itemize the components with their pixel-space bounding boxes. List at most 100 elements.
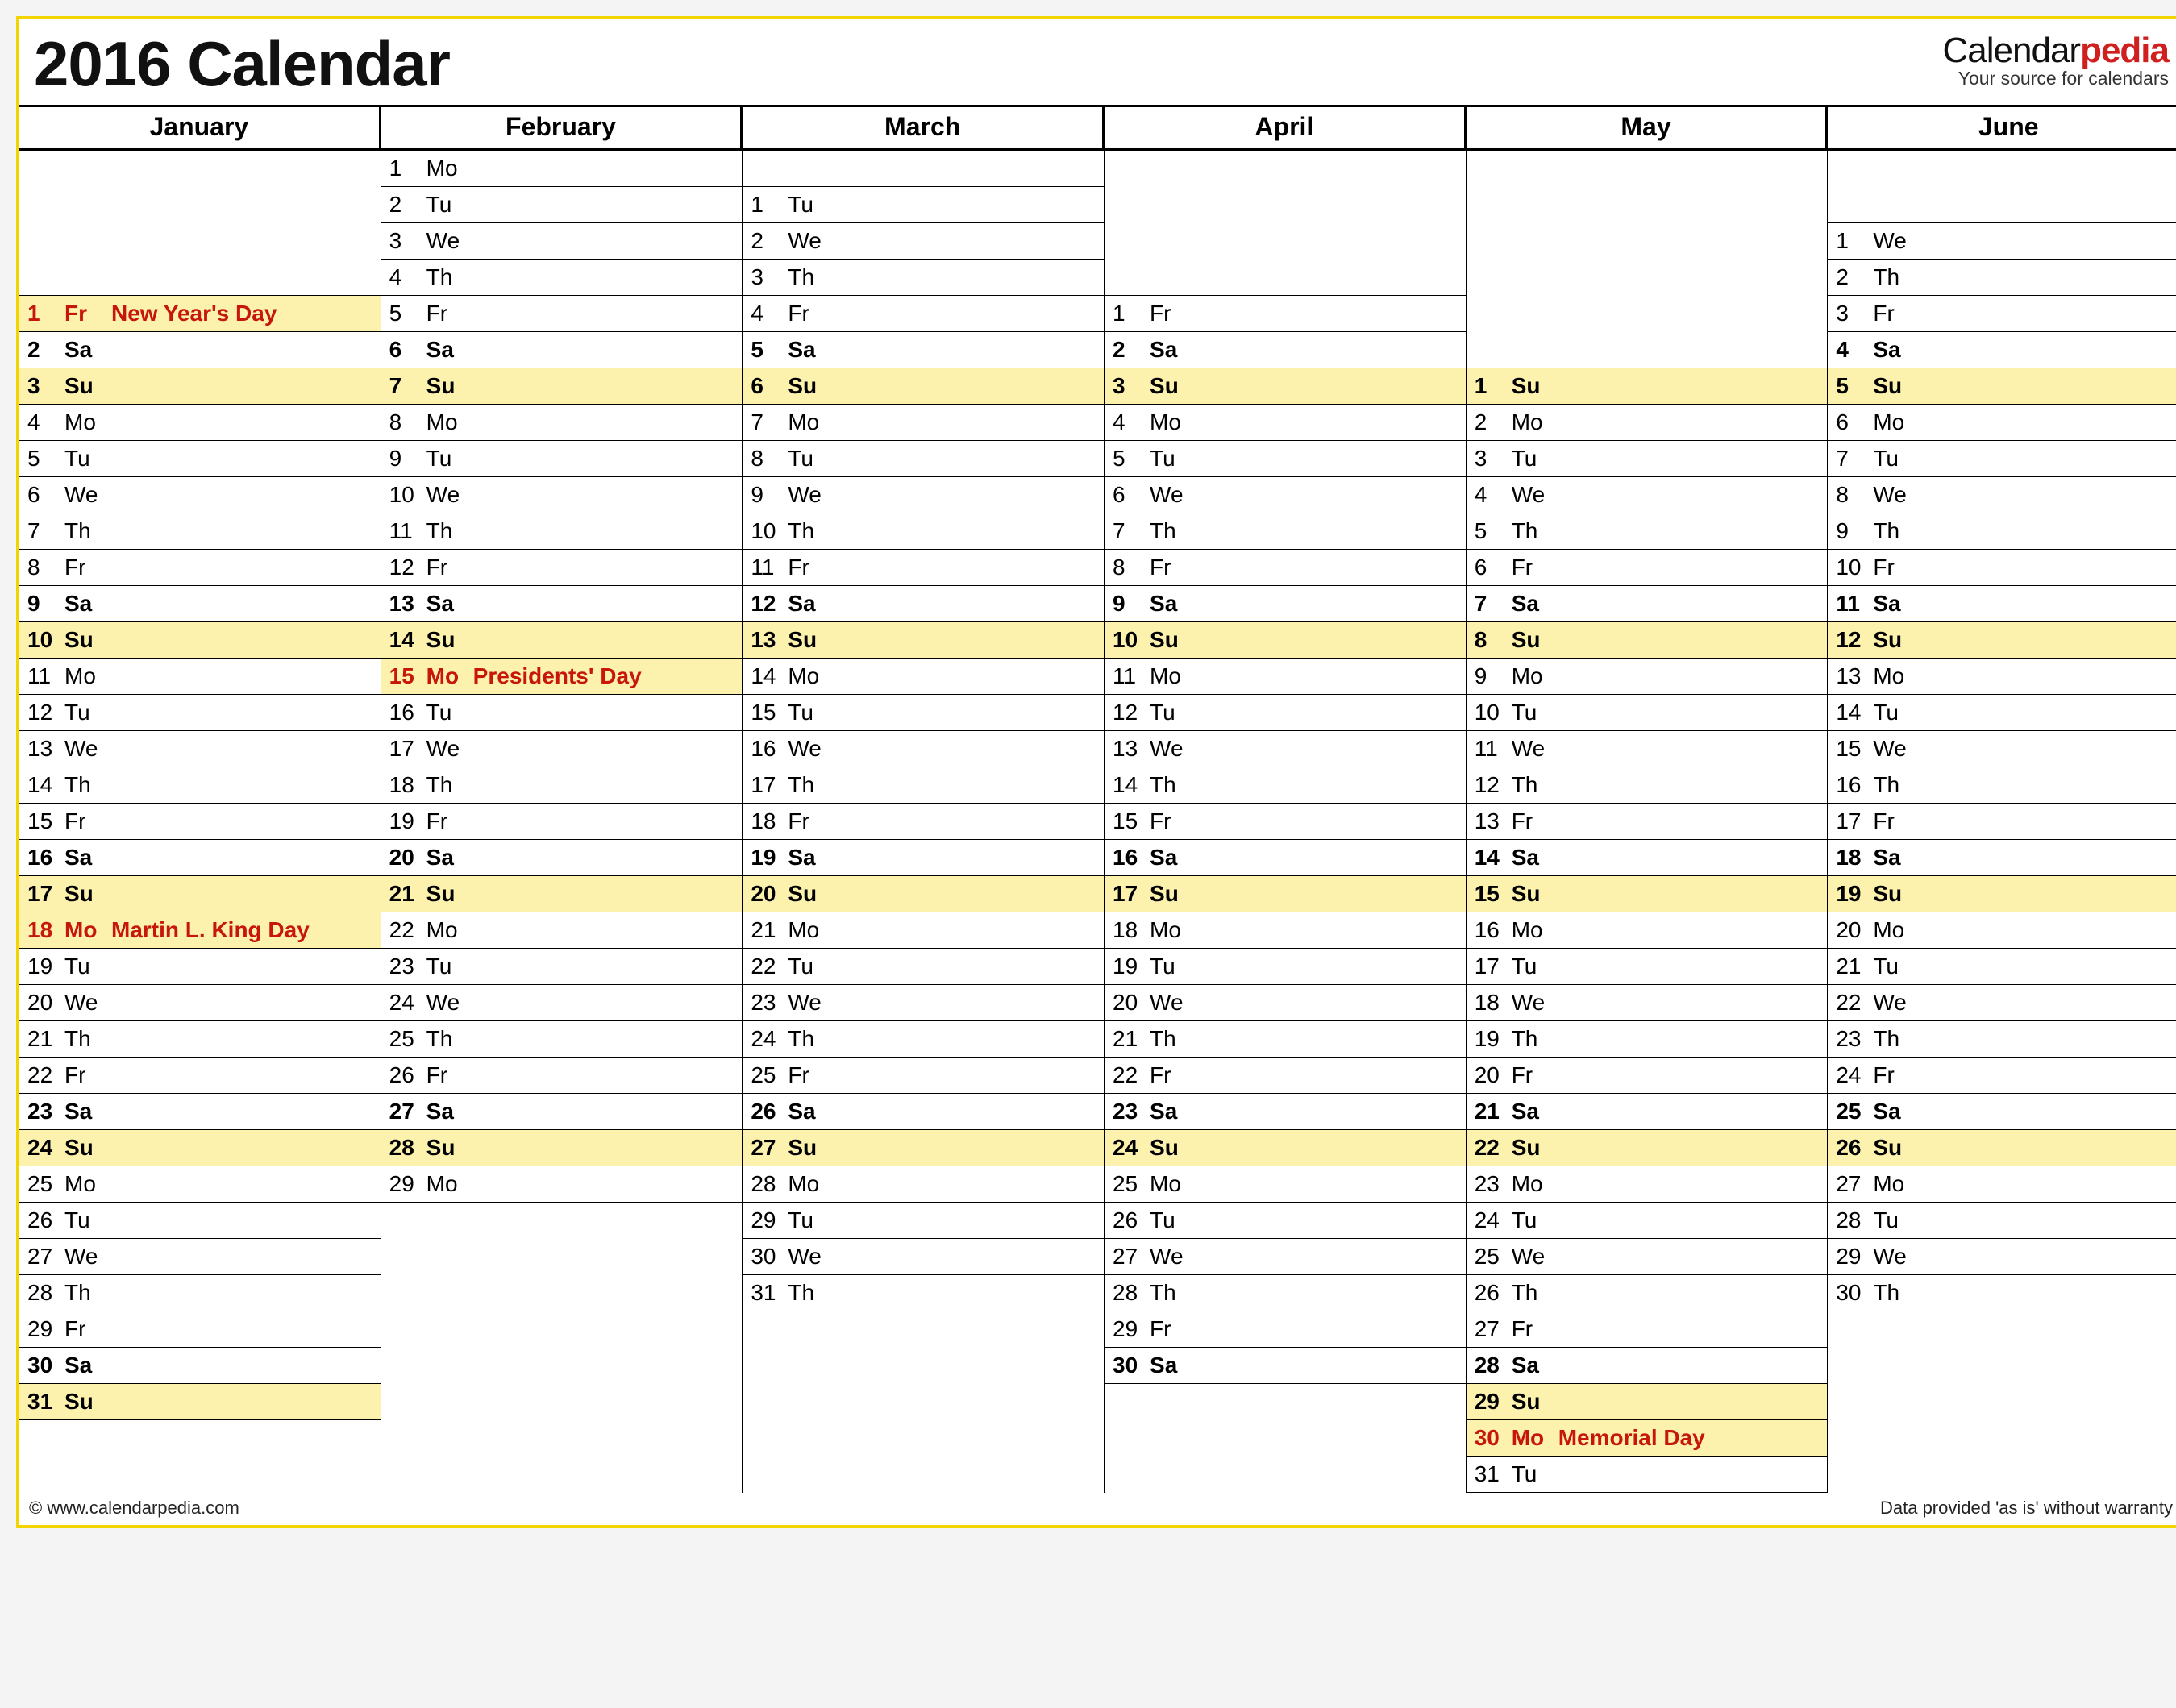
day-row: 16Mo — [1467, 912, 1828, 949]
blank-row — [1828, 1456, 2176, 1493]
day-row: 2Sa — [1105, 331, 1466, 368]
day-weekday: We — [788, 990, 834, 1016]
day-number: 15 — [1836, 736, 1873, 762]
day-number: 10 — [27, 627, 64, 653]
day-row: 20Su — [743, 875, 1104, 912]
day-row: 15MoPresidents' Day — [381, 658, 743, 695]
blank-row — [381, 1238, 743, 1275]
day-weekday: Fr — [426, 1062, 473, 1088]
blank-row — [1828, 150, 2176, 187]
day-number: 16 — [27, 845, 64, 871]
day-number: 20 — [389, 845, 426, 871]
day-weekday: We — [788, 1244, 834, 1270]
day-row: 5Th — [1467, 513, 1828, 550]
day-number: 6 — [1475, 555, 1512, 580]
blank-row — [1828, 1383, 2176, 1420]
day-row: 2Sa — [19, 331, 381, 368]
day-weekday: Su — [1873, 627, 1920, 653]
day-weekday: We — [1150, 736, 1196, 762]
blank-row — [19, 186, 381, 223]
day-row: 17Tu — [1467, 948, 1828, 985]
day-weekday: Su — [1150, 881, 1196, 907]
day-row: 16Sa — [1105, 839, 1466, 876]
day-number: 4 — [389, 264, 426, 290]
day-number: 29 — [1475, 1389, 1512, 1415]
day-row: 8Mo — [381, 404, 743, 441]
blank-row — [1105, 1456, 1466, 1493]
day-weekday: Tu — [1873, 446, 1920, 472]
day-row: 21Su — [381, 875, 743, 912]
day-number: 4 — [1113, 409, 1150, 435]
day-number: 24 — [1113, 1135, 1150, 1161]
day-row: 7Mo — [743, 404, 1104, 441]
day-number: 1 — [27, 301, 64, 326]
day-weekday: Sa — [788, 845, 834, 871]
day-row: 11Mo — [1105, 658, 1466, 695]
day-weekday: Sa — [1150, 337, 1196, 363]
day-number: 12 — [389, 555, 426, 580]
day-weekday: Fr — [64, 555, 111, 580]
day-row: 12Tu — [1105, 694, 1466, 731]
day-row: 14Th — [19, 767, 381, 804]
day-row: 17Fr — [1828, 803, 2176, 840]
day-row: 3Su — [1105, 368, 1466, 405]
day-number: 7 — [751, 409, 788, 435]
day-number: 24 — [751, 1026, 788, 1052]
day-row: 15Su — [1467, 875, 1828, 912]
day-weekday: Mo — [426, 663, 473, 689]
day-number: 26 — [27, 1207, 64, 1233]
day-number: 11 — [1475, 736, 1512, 762]
day-number: 18 — [389, 772, 426, 798]
day-weekday: Th — [64, 518, 111, 544]
day-row: 30Th — [1828, 1274, 2176, 1311]
day-row: 14Th — [1105, 767, 1466, 804]
day-number: 3 — [389, 228, 426, 254]
day-weekday: Fr — [788, 1062, 834, 1088]
blank-row — [743, 1456, 1104, 1493]
day-row: 6Fr — [1467, 549, 1828, 586]
day-weekday: Su — [64, 1389, 111, 1415]
day-weekday: Mo — [1873, 663, 1920, 689]
day-row: 27We — [1105, 1238, 1466, 1275]
brand-tagline: Your source for calendars — [1943, 68, 2169, 89]
day-weekday: Tu — [788, 446, 834, 472]
day-number: 26 — [389, 1062, 426, 1088]
day-row: 27Fr — [1467, 1311, 1828, 1348]
day-weekday: Mo — [1512, 409, 1558, 435]
day-number: 14 — [27, 772, 64, 798]
day-weekday: Fr — [1150, 1062, 1196, 1088]
day-weekday: Tu — [1512, 1461, 1558, 1487]
blank-row — [1467, 222, 1828, 260]
day-row: 21Sa — [1467, 1093, 1828, 1130]
day-weekday: We — [788, 228, 834, 254]
day-number: 5 — [751, 337, 788, 363]
day-weekday: We — [1873, 736, 1920, 762]
day-row: 15We — [1828, 730, 2176, 767]
day-row: 27We — [19, 1238, 381, 1275]
day-row: 6We — [1105, 476, 1466, 513]
day-weekday: Su — [426, 627, 473, 653]
month-body: 1Su2Mo3Tu4We5Th6Fr7Sa8Su9Mo10Tu11We12Th1… — [1467, 150, 1828, 1493]
calendar-page: 2016 Calendar Calendarpedia Your source … — [16, 16, 2176, 1528]
month-body: 1Mo2Tu3We4Th5Fr6Sa7Su8Mo9Tu10We11Th12Fr1… — [381, 150, 743, 1493]
day-number: 4 — [1836, 337, 1873, 363]
day-row: 17Su — [1105, 875, 1466, 912]
day-row: 24Th — [743, 1020, 1104, 1058]
day-row: 13Su — [743, 621, 1104, 659]
day-row: 12Th — [1467, 767, 1828, 804]
day-row: 4Mo — [19, 404, 381, 441]
day-number: 22 — [27, 1062, 64, 1088]
day-number: 5 — [1113, 446, 1150, 472]
day-row: 14Mo — [743, 658, 1104, 695]
day-number: 17 — [389, 736, 426, 762]
day-weekday: Th — [1512, 772, 1558, 798]
day-row: 21Th — [1105, 1020, 1466, 1058]
day-number: 19 — [1475, 1026, 1512, 1052]
day-row: 3Tu — [1467, 440, 1828, 477]
day-number: 23 — [751, 990, 788, 1016]
day-weekday: Tu — [1512, 1207, 1558, 1233]
day-number: 18 — [1475, 990, 1512, 1016]
day-weekday: Mo — [426, 409, 473, 435]
day-weekday: Su — [1512, 627, 1558, 653]
day-number: 5 — [1475, 518, 1512, 544]
